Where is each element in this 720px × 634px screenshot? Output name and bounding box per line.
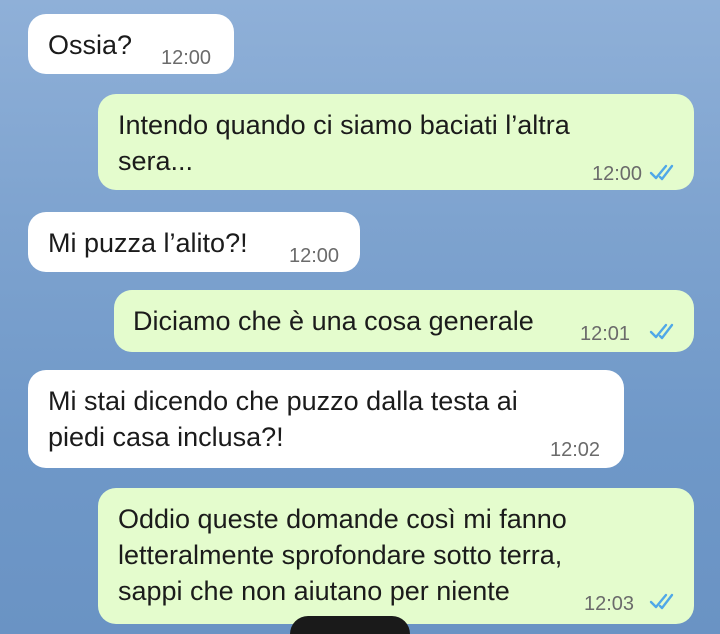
message-text-line: piedi casa inclusa?! (48, 422, 284, 452)
message-bubble-outgoing[interactable]: Diciamo che è una cosa generale 12:01 (114, 290, 694, 352)
message-text: Mi puzza l’alito?! (48, 228, 248, 258)
message-time: 12:02 (550, 439, 601, 461)
double-check-icon (649, 164, 674, 181)
double-check-icon (649, 593, 674, 610)
message-time: 12:00 (289, 245, 340, 267)
message-bubble-incoming[interactable]: Mi stai dicendo che puzzo dalla testa ai… (28, 370, 624, 468)
message-time: 12:03 (584, 593, 635, 615)
message-text: Diciamo che è una cosa generale (133, 306, 534, 336)
message-text-line: sera... (118, 146, 194, 176)
message-time: 12:01 (580, 323, 631, 345)
double-check-icon (649, 323, 674, 340)
message-text-line: Oddio queste domande così mi fanno (118, 504, 567, 534)
message-bubble-outgoing[interactable]: Oddio queste domande così mi fanno lette… (98, 488, 694, 624)
chat-conversation: Ossia? 12:00 Intendo quando ci siamo bac… (0, 0, 720, 634)
message-text-line: Intendo quando ci siamo baciati l’altra (118, 110, 570, 140)
message-bubble-outgoing[interactable]: Intendo quando ci siamo baciati l’altra … (98, 94, 694, 190)
message-time: 12:00 (161, 47, 212, 69)
message-bubble-incoming[interactable]: Mi puzza l’alito?! 12:00 (28, 212, 360, 272)
message-text-line: sappi che non aiutano per niente (118, 576, 510, 606)
message-text-line: Mi stai dicendo che puzzo dalla testa ai (48, 386, 518, 416)
message-bubble-incoming[interactable]: Ossia? 12:00 (28, 14, 234, 74)
background-figure (290, 616, 410, 634)
message-text: Ossia? (48, 30, 133, 60)
message-time: 12:00 (592, 163, 643, 185)
message-text-line: letteralmente sprofondare sotto terra, (118, 540, 563, 570)
